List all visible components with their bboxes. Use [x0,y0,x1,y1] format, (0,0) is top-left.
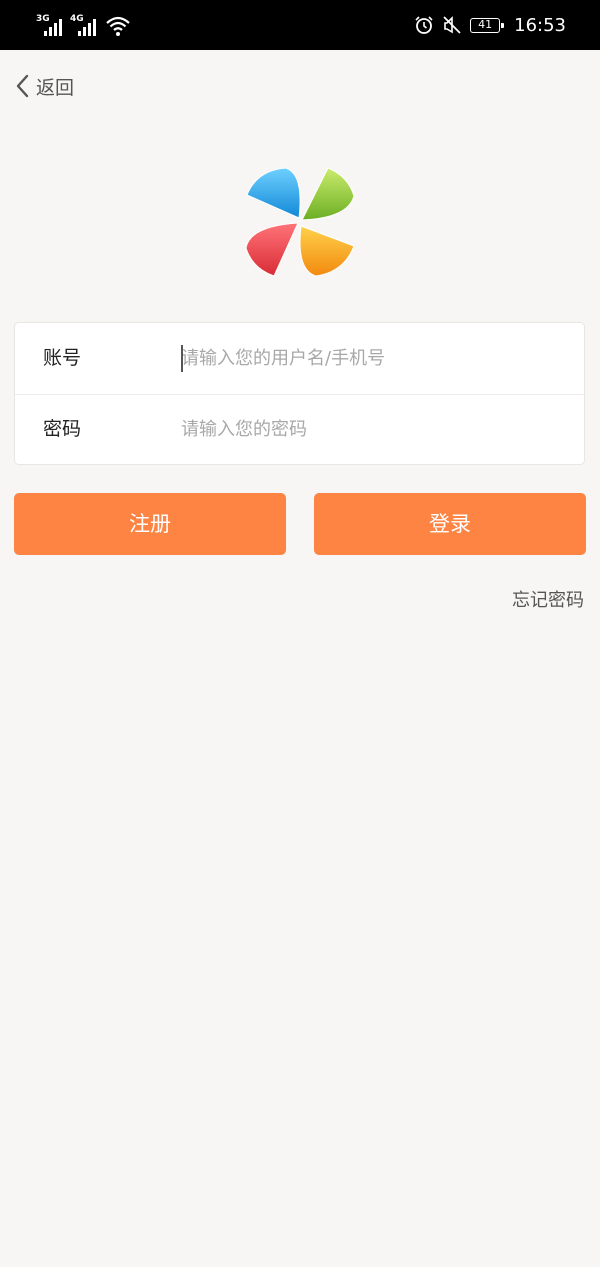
wifi-icon [106,16,130,36]
alarm-icon [415,16,433,34]
signal-icon: 3G [36,14,64,38]
mute-icon [443,16,461,34]
status-left: 3G 4G [36,12,130,38]
status-right: 41 16:53 [414,0,566,50]
password-input[interactable] [181,408,561,450]
password-label: 密码 [43,418,82,440]
password-row: 密码 [15,394,584,465]
battery-icon: 41 [470,17,505,33]
back-label: 返回 [36,76,75,99]
battery-level: 41 [478,17,493,31]
pinwheel-logo [245,167,355,277]
back-button[interactable]: 返回 [14,72,74,100]
account-row: 账号 [15,323,584,395]
forgot-password-link[interactable]: 忘记密码 [512,586,584,612]
login-button[interactable]: 登录 [314,493,586,555]
account-label: 账号 [43,347,82,369]
register-button[interactable]: 注册 [14,493,286,555]
signal-icon: 4G [70,14,98,38]
clock: 16:53 [514,14,566,36]
status-bar: 3G 4G 41 16:53 [0,0,600,50]
text-cursor [181,345,183,372]
chevron-left-icon [16,74,29,98]
login-form: 账号 密码 [14,322,585,465]
account-input[interactable] [181,337,561,379]
